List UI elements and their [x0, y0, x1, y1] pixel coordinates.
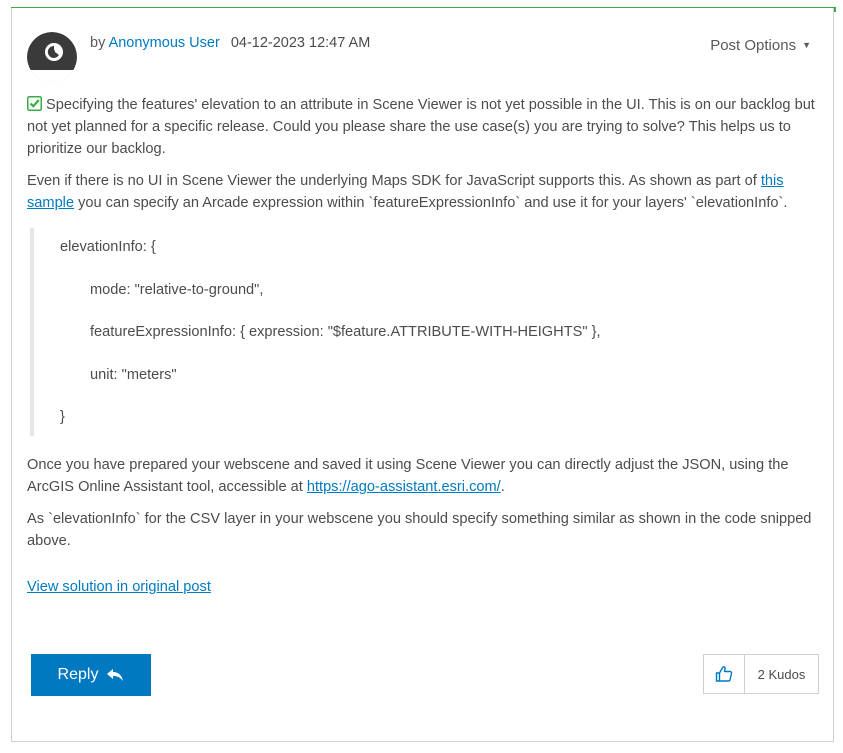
author-link[interactable]: Anonymous User	[109, 35, 220, 51]
paragraph-solution: Specifying the features' elevation to an…	[27, 94, 817, 160]
post-options-menu[interactable]: Post Options ▼	[710, 37, 811, 54]
check-square-icon	[27, 96, 42, 111]
reply-button[interactable]: Reply	[31, 654, 151, 696]
post-body: Specifying the features' elevation to an…	[27, 94, 817, 598]
caret-down-icon: ▼	[802, 40, 811, 50]
anonymous-avatar-icon	[27, 32, 77, 82]
post-options-label: Post Options	[710, 37, 797, 54]
kudos-widget: 2 Kudos	[703, 654, 819, 694]
paragraph-2-text-before: Even if there is no UI in Scene Viewer t…	[27, 173, 761, 189]
paragraph-2: Even if there is no UI in Scene Viewer t…	[27, 170, 817, 214]
reply-label: Reply	[57, 666, 99, 683]
kudo-button[interactable]	[704, 655, 745, 693]
paragraph-4: As `elevationInfo` for the CSV layer in …	[27, 511, 812, 549]
view-solution-link[interactable]: View solution in original post	[27, 576, 211, 598]
ago-assistant-link[interactable]: https://ago-assistant.esri.com/	[307, 479, 501, 495]
post-byline: by Anonymous User 04-12-2023 12:47 AM	[90, 35, 370, 51]
post-date: 04-12-2023 12:47 AM	[230, 35, 371, 51]
code-block: elevationInfo: { mode: "relative-to-grou…	[30, 228, 817, 436]
code-line: elevationInfo: {	[60, 239, 156, 255]
code-line: unit: "meters"	[90, 366, 177, 383]
thumbs-up-icon	[715, 666, 733, 682]
code-line: mode: "relative-to-ground",	[90, 281, 264, 298]
kudos-count[interactable]: 2 Kudos	[745, 655, 818, 693]
code-line: featureExpressionInfo: { expression: "$f…	[90, 324, 601, 340]
paragraph-2-text-after: you can specify an Arcade expression wit…	[74, 195, 788, 211]
reply-arrow-icon	[107, 669, 124, 681]
paragraph-1-text: Specifying the features' elevation to an…	[27, 97, 815, 157]
paragraph-3: Once you have prepared your webscene and…	[27, 454, 817, 498]
code-line: }	[60, 409, 65, 425]
avatar[interactable]	[27, 32, 77, 82]
by-label: by	[90, 35, 106, 51]
paragraph-3-text-after: .	[500, 479, 505, 495]
